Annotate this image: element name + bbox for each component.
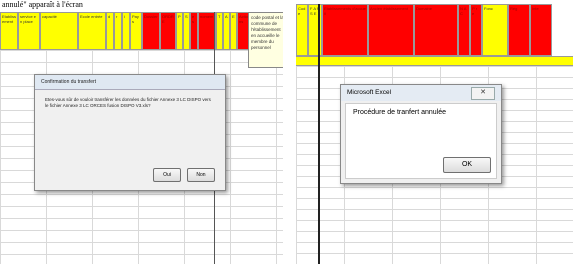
- header-cell: ORDRE: [160, 12, 176, 50]
- header-cell: r: [114, 12, 122, 50]
- left-screenshot: annulé" apparaît à l'écran Etablissement…: [0, 0, 283, 264]
- header-cell: Etablissements d'accueil: [322, 4, 368, 56]
- header-cell: Pays: [130, 12, 142, 50]
- header-cell: service en place: [18, 12, 40, 50]
- header-cell: P: [176, 12, 183, 50]
- dialog-message: Procédure de tranfert annulée: [353, 109, 447, 116]
- transfer-confirm-dialog: Confirmation du transfert Etes-vous sûr …: [34, 74, 226, 191]
- header-cell: A: [223, 12, 230, 50]
- header-cell: E: [230, 12, 237, 50]
- header-cell: Dossier: [142, 12, 160, 50]
- header-cell: Etablissement: [0, 12, 18, 50]
- right-header-row: Code F A R S E Etablissements d'accueil …: [296, 4, 552, 56]
- header-cell: Ecole entrée: [78, 12, 106, 50]
- cell-comment-note: code postal et la commune de l'établisse…: [248, 12, 283, 68]
- header-cell: T: [216, 12, 223, 50]
- header-cell: Rég: [508, 4, 530, 56]
- header-cell: Domaine: [414, 4, 458, 56]
- header-cell: S: [183, 12, 190, 50]
- dialog-title: Confirmation du transfert: [35, 75, 225, 90]
- header-cell: N A C: [458, 4, 470, 56]
- header-cell: d: [106, 12, 114, 50]
- dialog-message: Etes-vous sûr de vouloir transférer les …: [45, 97, 211, 108]
- header-cell: es: [190, 12, 198, 50]
- header-cell: Ancien établissement: [368, 4, 414, 56]
- ok-button[interactable]: OK: [443, 157, 491, 173]
- caption-text: annulé" apparaît à l'écran: [0, 0, 85, 9]
- column-divider: [318, 4, 320, 264]
- header-cell: capacité: [40, 12, 78, 50]
- header-cell: P r e: [470, 4, 482, 56]
- header-cell: i: [122, 12, 130, 50]
- header-summary-row: [296, 56, 573, 66]
- excel-message-dialog: Microsoft Excel ✕ Procédure de tranfert …: [340, 84, 502, 184]
- header-cell: Inte: [530, 4, 552, 56]
- close-icon[interactable]: ✕: [471, 87, 495, 100]
- header-cell: Code: [296, 4, 308, 56]
- no-button[interactable]: Non: [187, 168, 215, 182]
- header-cell: Fonc: [482, 4, 508, 56]
- yes-button[interactable]: Oui: [153, 168, 181, 182]
